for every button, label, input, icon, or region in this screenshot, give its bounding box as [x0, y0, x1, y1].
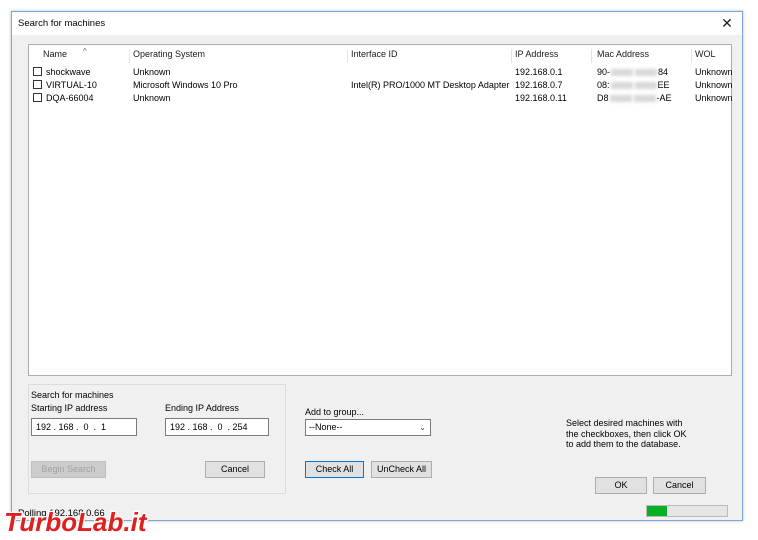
machine-wol: Unknown: [695, 67, 733, 77]
column-header-ip[interactable]: IP Address: [515, 49, 592, 63]
row-checkbox[interactable]: [33, 93, 42, 102]
help-text: Select desired machines with the checkbo…: [566, 418, 687, 449]
starting-ip-label: Starting IP address: [31, 403, 108, 413]
turbolab-watermark: TurboLab.it: [3, 506, 149, 539]
ok-button[interactable]: OK: [595, 477, 647, 494]
row-checkbox[interactable]: [33, 67, 42, 76]
machine-mac: D8 -AE: [597, 93, 672, 103]
machine-mac: 90- 84: [597, 67, 669, 77]
machine-os: Unknown: [133, 67, 171, 77]
begin-search-button[interactable]: Begin Search: [31, 461, 106, 478]
column-header-interface[interactable]: Interface ID: [351, 49, 512, 63]
watermark-text: TurboLab.it: [4, 507, 148, 537]
check-all-button[interactable]: Check All: [305, 461, 364, 478]
sort-arrow-icon: ^: [83, 47, 87, 56]
cancel-button[interactable]: Cancel: [653, 477, 706, 494]
machine-name: DQA-66004: [46, 93, 94, 103]
search-group-title: Search for machines: [31, 390, 114, 400]
machine-ip: 192.168.0.7: [515, 80, 563, 90]
search-machines-dialog: Search for machines ✕ Name ^ Operating S…: [11, 11, 743, 521]
machine-os: Microsoft Windows 10 Pro: [133, 80, 238, 90]
group-select-value: --None--: [309, 422, 343, 432]
close-icon[interactable]: ✕: [718, 15, 736, 31]
machine-interface: Intel(R) PRO/1000 MT Desktop Adapter: [351, 80, 510, 90]
starting-ip-input[interactable]: 192 . 168 . 0 . 1: [31, 418, 137, 436]
machine-name: VIRTUAL-10: [46, 80, 97, 90]
machine-name: shockwave: [46, 67, 91, 77]
column-header-mac[interactable]: Mac Address: [597, 49, 692, 63]
progress-fill: [647, 506, 667, 516]
column-header-os[interactable]: Operating System: [133, 49, 348, 63]
add-to-group-label: Add to group...: [305, 407, 365, 417]
table-row[interactable]: VIRTUAL-10 Microsoft Windows 10 Pro Inte…: [29, 79, 733, 92]
chevron-down-icon: ⌄: [419, 423, 426, 432]
column-header-name[interactable]: Name ^: [43, 47, 130, 63]
title-bar: Search for machines ✕: [12, 12, 742, 35]
machine-ip: 192.168.0.11: [515, 93, 567, 103]
machine-os: Unknown: [133, 93, 171, 103]
machine-ip: 192.168.0.1: [515, 67, 563, 77]
ending-ip-input[interactable]: 192 . 168 . 0 . 254: [165, 418, 269, 436]
machines-list[interactable]: Name ^ Operating System Interface ID IP …: [28, 44, 733, 376]
ending-ip-label: Ending IP Address: [165, 403, 239, 413]
window-title: Search for machines: [18, 18, 106, 29]
machine-mac: 08: EE: [597, 80, 670, 90]
search-cancel-button[interactable]: Cancel: [205, 461, 265, 478]
column-header-wol[interactable]: WOL: [695, 49, 729, 63]
table-row[interactable]: DQA-66004 Unknown 192.168.0.11 D8 -AE Unk…: [29, 92, 733, 105]
uncheck-all-button[interactable]: UnCheck All: [371, 461, 432, 478]
table-row[interactable]: shockwave Unknown 192.168.0.1 90- 84 Unkn…: [29, 66, 733, 79]
machine-wol: Unknown: [695, 93, 733, 103]
group-select[interactable]: --None-- ⌄: [305, 419, 431, 436]
row-checkbox[interactable]: [33, 80, 42, 89]
progress-bar: [646, 505, 728, 517]
machine-wol: Unknown: [695, 80, 733, 90]
